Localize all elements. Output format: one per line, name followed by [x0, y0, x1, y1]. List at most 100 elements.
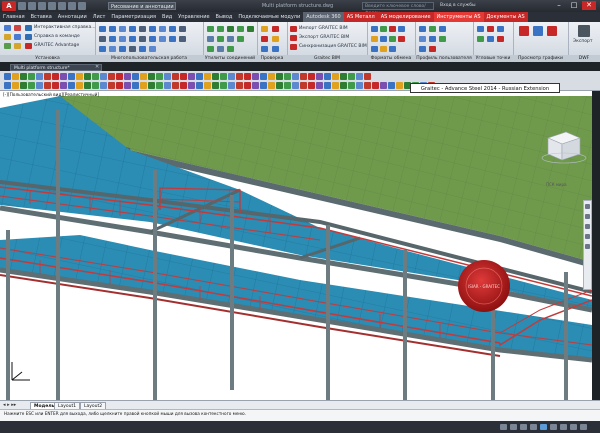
close-button[interactable]: ✕ — [582, 1, 596, 10]
tool-icon[interactable] — [204, 72, 211, 80]
tool-icon[interactable] — [220, 72, 227, 80]
tool-icon[interactable] — [132, 72, 139, 80]
lock-icon[interactable] — [119, 26, 126, 32]
view-icon[interactable] — [533, 26, 543, 36]
help-icon[interactable] — [25, 25, 32, 31]
tool-icon[interactable] — [364, 82, 371, 89]
tool-icon[interactable] — [28, 72, 35, 80]
tool-icon[interactable] — [108, 82, 115, 89]
tools-icon[interactable] — [14, 34, 21, 40]
tool-icon[interactable] — [100, 72, 107, 80]
format-icon[interactable] — [398, 36, 405, 42]
tool-icon[interactable] — [12, 72, 19, 80]
check-icon[interactable] — [261, 26, 268, 32]
tool-icon[interactable] — [4, 72, 11, 80]
connection-icon[interactable] — [217, 46, 224, 52]
tool-icon[interactable] — [212, 72, 219, 80]
tool-icon[interactable] — [252, 82, 259, 89]
ribbon-tab[interactable]: Вид — [159, 12, 175, 22]
panel-title[interactable]: Проверка — [257, 55, 287, 62]
settings-icon[interactable] — [4, 43, 11, 49]
sign-in-button[interactable]: Вход в службы — [440, 2, 482, 10]
user-icon[interactable] — [99, 46, 106, 52]
minimize-button[interactable]: – — [552, 1, 566, 10]
ribbon-tab[interactable]: Вставка — [28, 12, 55, 22]
format-icon[interactable] — [389, 26, 396, 32]
tool-icon[interactable] — [188, 72, 195, 80]
user-icon[interactable] — [169, 26, 176, 32]
user-icon[interactable] — [109, 26, 116, 32]
open-file-icon[interactable] — [28, 2, 36, 10]
tool-icon[interactable] — [76, 72, 83, 80]
tool-icon[interactable] — [100, 82, 107, 89]
import-bim-button[interactable]: Импорт GRAITEC BIM — [299, 26, 348, 32]
app-menu-button[interactable]: A — [2, 1, 16, 11]
tool-icon[interactable] — [324, 82, 331, 89]
ribbon-tab[interactable]: Управление — [175, 12, 212, 22]
tool-icon[interactable] — [44, 72, 51, 80]
ribbon-tab[interactable]: Вывод — [213, 12, 236, 22]
new-file-icon[interactable] — [18, 2, 26, 10]
tool-icon[interactable] — [164, 82, 171, 89]
tool-icon[interactable] — [60, 72, 67, 80]
tool-icon[interactable] — [340, 72, 347, 80]
tool-icon[interactable] — [356, 82, 363, 89]
user-icon[interactable] — [119, 46, 126, 52]
format-icon[interactable] — [380, 36, 387, 42]
tool-icon[interactable] — [380, 82, 387, 89]
tool-icon[interactable] — [332, 72, 339, 80]
user-icon[interactable] — [109, 36, 116, 42]
tool-icon[interactable] — [244, 72, 251, 80]
format-icon[interactable] — [380, 46, 387, 52]
tool-icon[interactable] — [324, 72, 331, 80]
tool-icon[interactable] — [76, 82, 83, 89]
profile-icon[interactable] — [429, 46, 436, 52]
tool-icon[interactable] — [20, 82, 27, 89]
tool-icon[interactable] — [228, 72, 235, 80]
tools-icon[interactable] — [14, 43, 21, 49]
tab-nav-arrows-icon[interactable]: ◂ ▸ ▸▸ — [3, 402, 16, 408]
tool-icon[interactable] — [316, 72, 323, 80]
tool-icon[interactable] — [276, 72, 283, 80]
format-icon[interactable] — [389, 36, 396, 42]
user-icon[interactable] — [149, 26, 156, 32]
tool-icon[interactable] — [84, 72, 91, 80]
tool-icon[interactable] — [300, 72, 307, 80]
connection-icon[interactable] — [247, 26, 254, 32]
connection-icon[interactable] — [207, 26, 214, 32]
corner-icon[interactable] — [477, 26, 484, 32]
export-bim-button[interactable]: Экспорт GRAITEC BIM — [299, 35, 349, 41]
document-tab[interactable]: Multi platform structure* — [10, 64, 102, 71]
user-icon[interactable] — [149, 36, 156, 42]
user-icon[interactable] — [129, 36, 136, 42]
tool-icon[interactable] — [188, 82, 195, 89]
view-icon[interactable] — [547, 26, 557, 36]
user-icon[interactable] — [99, 36, 106, 42]
ribbon-tab[interactable]: Параметризация — [108, 12, 159, 22]
steering-wheel-icon[interactable] — [585, 204, 590, 209]
format-icon[interactable] — [389, 46, 396, 52]
ribbon-tab[interactable]: Инструменты AS — [433, 12, 484, 22]
export-icon[interactable] — [290, 35, 297, 41]
lock-icon[interactable] — [550, 424, 557, 430]
panel-title[interactable]: Профиль пользователя — [415, 55, 473, 62]
tool-icon[interactable] — [220, 82, 227, 89]
help-interactive-link[interactable]: Интерактивная справка... — [34, 25, 96, 31]
user-icon[interactable] — [139, 36, 146, 42]
check-icon[interactable] — [272, 46, 279, 52]
plot-icon[interactable] — [58, 2, 66, 10]
tool-icon[interactable] — [292, 82, 299, 89]
tool-icon[interactable] — [268, 82, 275, 89]
ribbon-tab[interactable]: Аннотации — [55, 12, 90, 22]
connection-icon[interactable] — [227, 36, 234, 42]
tool-icon[interactable] — [52, 72, 59, 80]
tool-icon[interactable] — [172, 72, 179, 80]
tool-icon[interactable] — [356, 72, 363, 80]
tool-icon[interactable] — [316, 82, 323, 89]
zoom-icon[interactable] — [585, 224, 590, 229]
user-icon[interactable] — [119, 36, 126, 42]
tool-icon[interactable] — [36, 72, 43, 80]
ribbon-tab[interactable]: Документы AS — [483, 12, 528, 22]
view-icon[interactable] — [519, 26, 529, 36]
tool-icon[interactable] — [268, 72, 275, 80]
